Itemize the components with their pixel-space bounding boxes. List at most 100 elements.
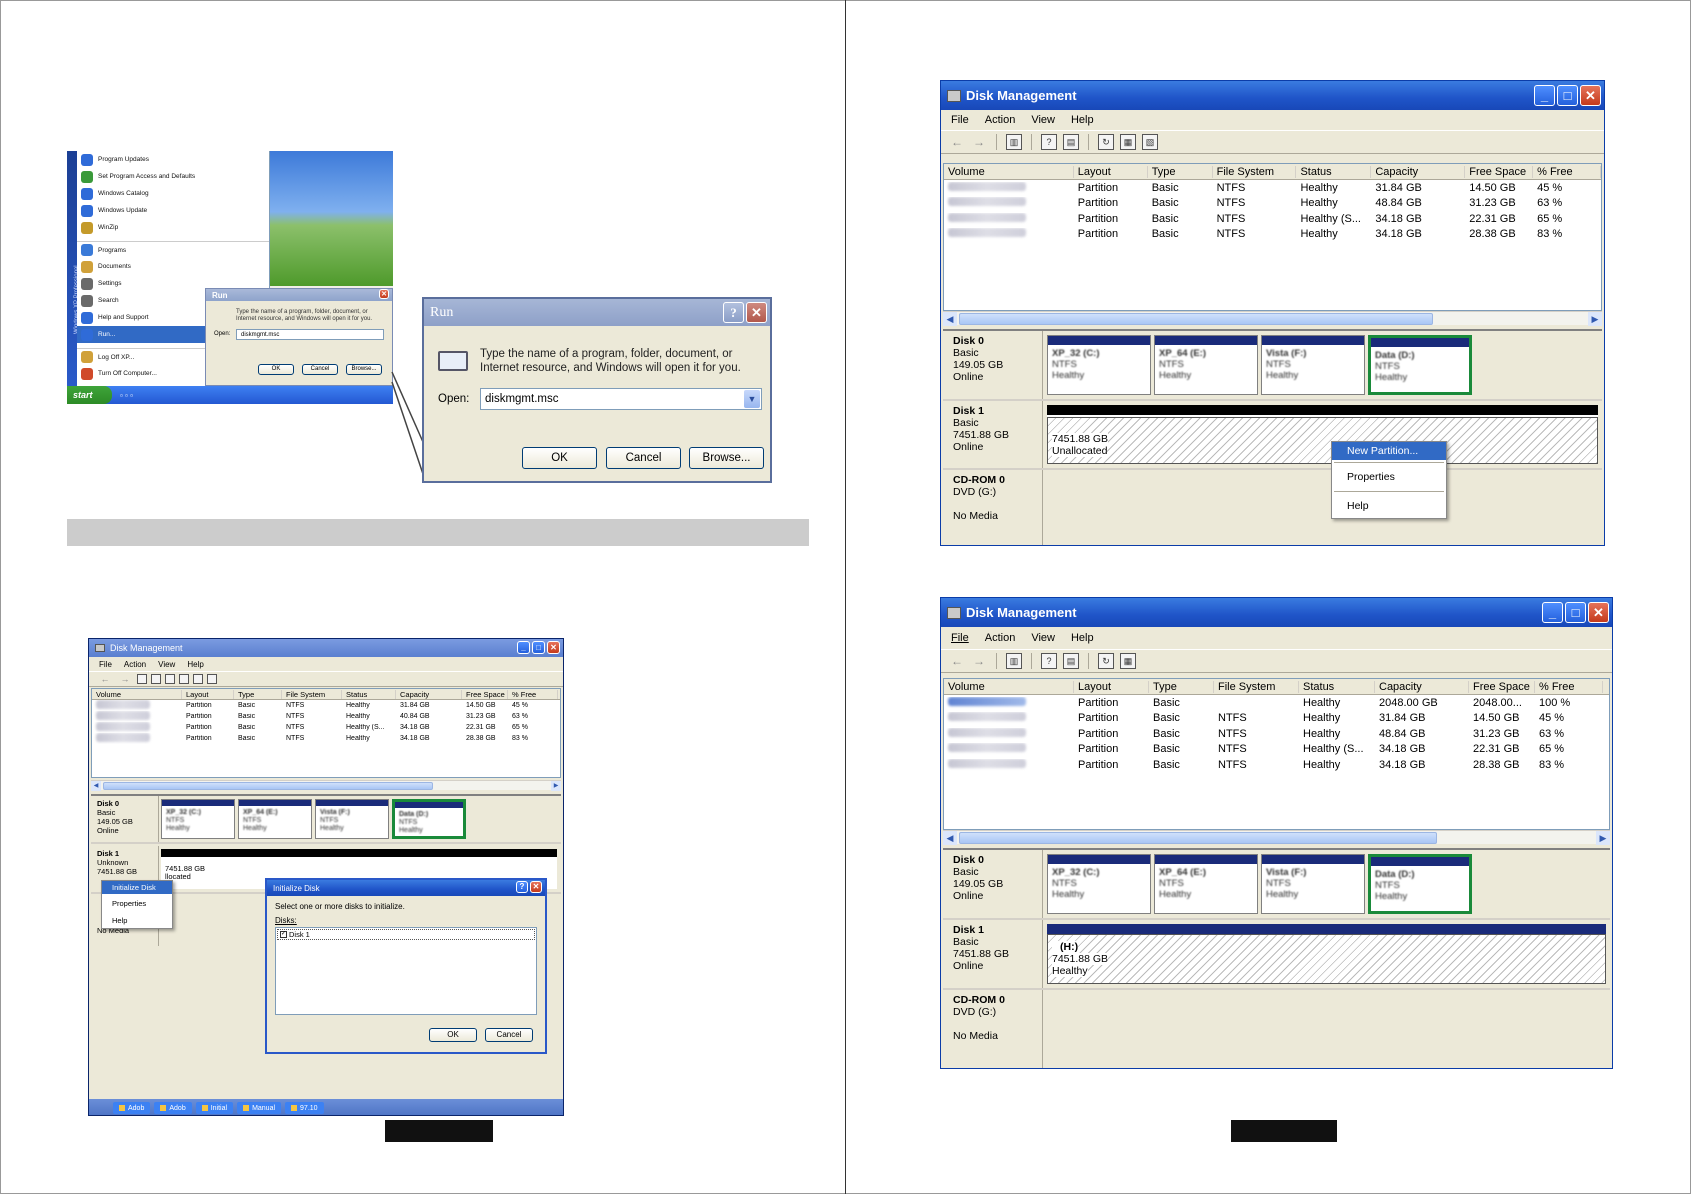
table-row[interactable]: Partition Basic NTFS Healthy (S... 34.18 GB 2… [944, 742, 1609, 758]
run-open-field[interactable]: diskmgmt.msc ▼ [480, 388, 762, 410]
start-menu-item[interactable]: Programs [77, 241, 269, 258]
menu-view[interactable]: View [158, 660, 175, 669]
table-row[interactable]: Partition Basic NTFS Healthy 34.18 GB 28.38 G… [944, 757, 1609, 773]
col-type[interactable]: Type [1149, 680, 1214, 693]
scroll-left-icon[interactable]: ◀ [943, 312, 957, 326]
help-icon[interactable]: ? [516, 881, 528, 893]
start-menu-item[interactable]: WinZip [77, 219, 269, 236]
partition-block[interactable]: XP_64 (E:) NTFS Healthy [1154, 335, 1258, 395]
partition-block[interactable]: XP_32 (C:) NTFS Healthy [1047, 335, 1151, 395]
partition-block[interactable]: Data (D:) NTFS Healthy [1368, 335, 1472, 395]
init-cancel-button[interactable]: Cancel [485, 1028, 533, 1042]
menu-file[interactable]: File [99, 660, 112, 669]
col-free-space[interactable]: Free Space [1469, 680, 1535, 693]
partition-block[interactable]: XP_32 (C:) NTFS Healthy [1047, 854, 1151, 914]
checkbox-checked-icon[interactable]: ✓ [280, 931, 287, 938]
partition-block[interactable]: Data (D:) NTFS Healthy [392, 799, 466, 839]
run-ok-button[interactable]: OK [522, 447, 597, 469]
col-file-system[interactable]: File System [1214, 680, 1299, 693]
menu-action[interactable]: Action [124, 660, 146, 669]
back-icon[interactable]: ← [949, 134, 965, 150]
menu-file[interactable]: File [951, 632, 969, 644]
maximize-icon[interactable]: □ [1557, 85, 1578, 106]
col-capacity[interactable]: Capacity [1371, 165, 1466, 178]
run-small-cancel-button[interactable]: Cancel [302, 364, 338, 375]
export-icon[interactable]: ▦ [1120, 134, 1136, 150]
close-icon[interactable]: ✕ [547, 641, 560, 654]
start-menu-item[interactable]: Windows Update [77, 202, 269, 219]
col-capacity[interactable]: Capacity [1375, 680, 1469, 693]
minimize-icon[interactable]: _ [1534, 85, 1555, 106]
export-icon[interactable] [193, 674, 203, 684]
scroll-right-icon[interactable]: ▶ [1588, 312, 1602, 326]
table-row[interactable]: Partition Basic NTFS Healthy 31.84 GB 14.50 G… [944, 180, 1601, 196]
col-capacity[interactable]: Capacity [396, 689, 462, 699]
menu-action[interactable]: Action [985, 632, 1016, 644]
partition-block[interactable]: XP_32 (C:) NTFS Healthy [161, 799, 235, 839]
back-icon[interactable]: ← [949, 653, 965, 669]
table-row[interactable]: Partition Basic NTFS Healthy 48.84 GB 31.23 G… [944, 726, 1609, 742]
col-type[interactable]: Type [234, 689, 282, 699]
partition-block[interactable]: XP_64 (E:) NTFS Healthy [1154, 854, 1258, 914]
disk1-unallocated[interactable]: 7451.88 GB Unallocated [1047, 405, 1598, 464]
disk1-volume[interactable]: (H:) 7451.88 GB Healthy [1047, 924, 1606, 984]
close-icon[interactable]: ✕ [746, 302, 767, 323]
col-pct-free[interactable]: % Free [1533, 165, 1601, 178]
start-button[interactable]: start [67, 386, 112, 404]
export-icon[interactable]: ▦ [1120, 653, 1136, 669]
menu-help[interactable]: Help [1071, 114, 1094, 126]
col-volume[interactable]: Volume [944, 165, 1074, 178]
col-type[interactable]: Type [1148, 165, 1213, 178]
start-menu-item[interactable]: Documents [77, 258, 269, 275]
minimize-icon[interactable]: _ [1542, 602, 1563, 623]
scroll-left-icon[interactable]: ◀ [91, 781, 101, 791]
menu-help[interactable]: Help [1332, 494, 1446, 518]
col-status[interactable]: Status [1296, 165, 1372, 178]
init-ok-button[interactable]: OK [429, 1028, 477, 1042]
properties-icon[interactable] [151, 674, 161, 684]
partition-block[interactable]: XP_64 (E:) NTFS Healthy [238, 799, 312, 839]
menu-view[interactable]: View [1031, 632, 1055, 644]
minimize-icon[interactable]: _ [517, 641, 530, 654]
back-icon[interactable]: ← [97, 671, 113, 687]
table-row[interactable]: Partition Basic NTFS Healthy 48.84 GB 31.23 G… [944, 196, 1601, 212]
menu-initialize-disk[interactable]: Initialize Disk [102, 881, 172, 894]
scroll-right-icon[interactable]: ▶ [1596, 831, 1610, 845]
col-file-system[interactable]: File System [1213, 165, 1297, 178]
console-tree-icon[interactable]: ▥ [1006, 653, 1022, 669]
init-disk-item[interactable]: ✓ Disk 1 [277, 929, 535, 940]
console-tree-icon[interactable]: ▥ [1006, 134, 1022, 150]
menu-file[interactable]: File [951, 114, 969, 126]
start-menu-item[interactable]: Windows Catalog [77, 185, 269, 202]
horizontal-scrollbar[interactable]: ◀ ▶ [91, 780, 561, 791]
table-row[interactable]: Partition Basic NTFS Healthy (S... 34.18 GB 2… [944, 211, 1601, 227]
run-small-browse-button[interactable]: Browse... [346, 364, 382, 375]
menu-properties[interactable]: Properties [1332, 465, 1446, 489]
col-free-space[interactable]: Free Space [462, 689, 508, 699]
forward-icon[interactable]: → [971, 134, 987, 150]
settings-icon[interactable] [207, 674, 217, 684]
help-icon[interactable] [165, 674, 175, 684]
col-status[interactable]: Status [342, 689, 396, 699]
table-row[interactable]: Partition Basic NTFS Healthy 40.84 GB 31.23 G… [92, 711, 560, 722]
taskbar-button[interactable]: Initial [195, 1102, 234, 1114]
run-browse-button[interactable]: Browse... [689, 447, 764, 469]
properties-icon[interactable]: ? [1041, 653, 1057, 669]
menu-help[interactable]: Help [102, 913, 172, 928]
menu-help[interactable]: Help [1071, 632, 1094, 644]
menu-action[interactable]: Action [985, 114, 1016, 126]
table-row[interactable]: Partition Basic NTFS Healthy 31.84 GB 14.50 G… [92, 700, 560, 711]
start-menu-item[interactable]: Set Program Access and Defaults [77, 168, 269, 185]
help-icon[interactable]: ? [723, 302, 744, 323]
console-tree-icon[interactable] [137, 674, 147, 684]
menu-new-partition[interactable]: New Partition... [1332, 442, 1446, 460]
close-icon[interactable]: ✕ [1588, 602, 1609, 623]
forward-icon[interactable]: → [971, 653, 987, 669]
chevron-down-icon[interactable]: ▼ [744, 390, 760, 408]
taskbar-button[interactable]: Adob [154, 1102, 192, 1114]
scroll-thumb[interactable] [959, 832, 1437, 844]
start-menu-item[interactable]: Program Updates [77, 151, 269, 168]
menu-properties[interactable]: Properties [102, 894, 172, 913]
table-row[interactable]: Partition Basic NTFS Healthy 34.18 GB 28.38 G… [944, 227, 1601, 243]
close-icon[interactable]: ✕ [379, 289, 389, 299]
